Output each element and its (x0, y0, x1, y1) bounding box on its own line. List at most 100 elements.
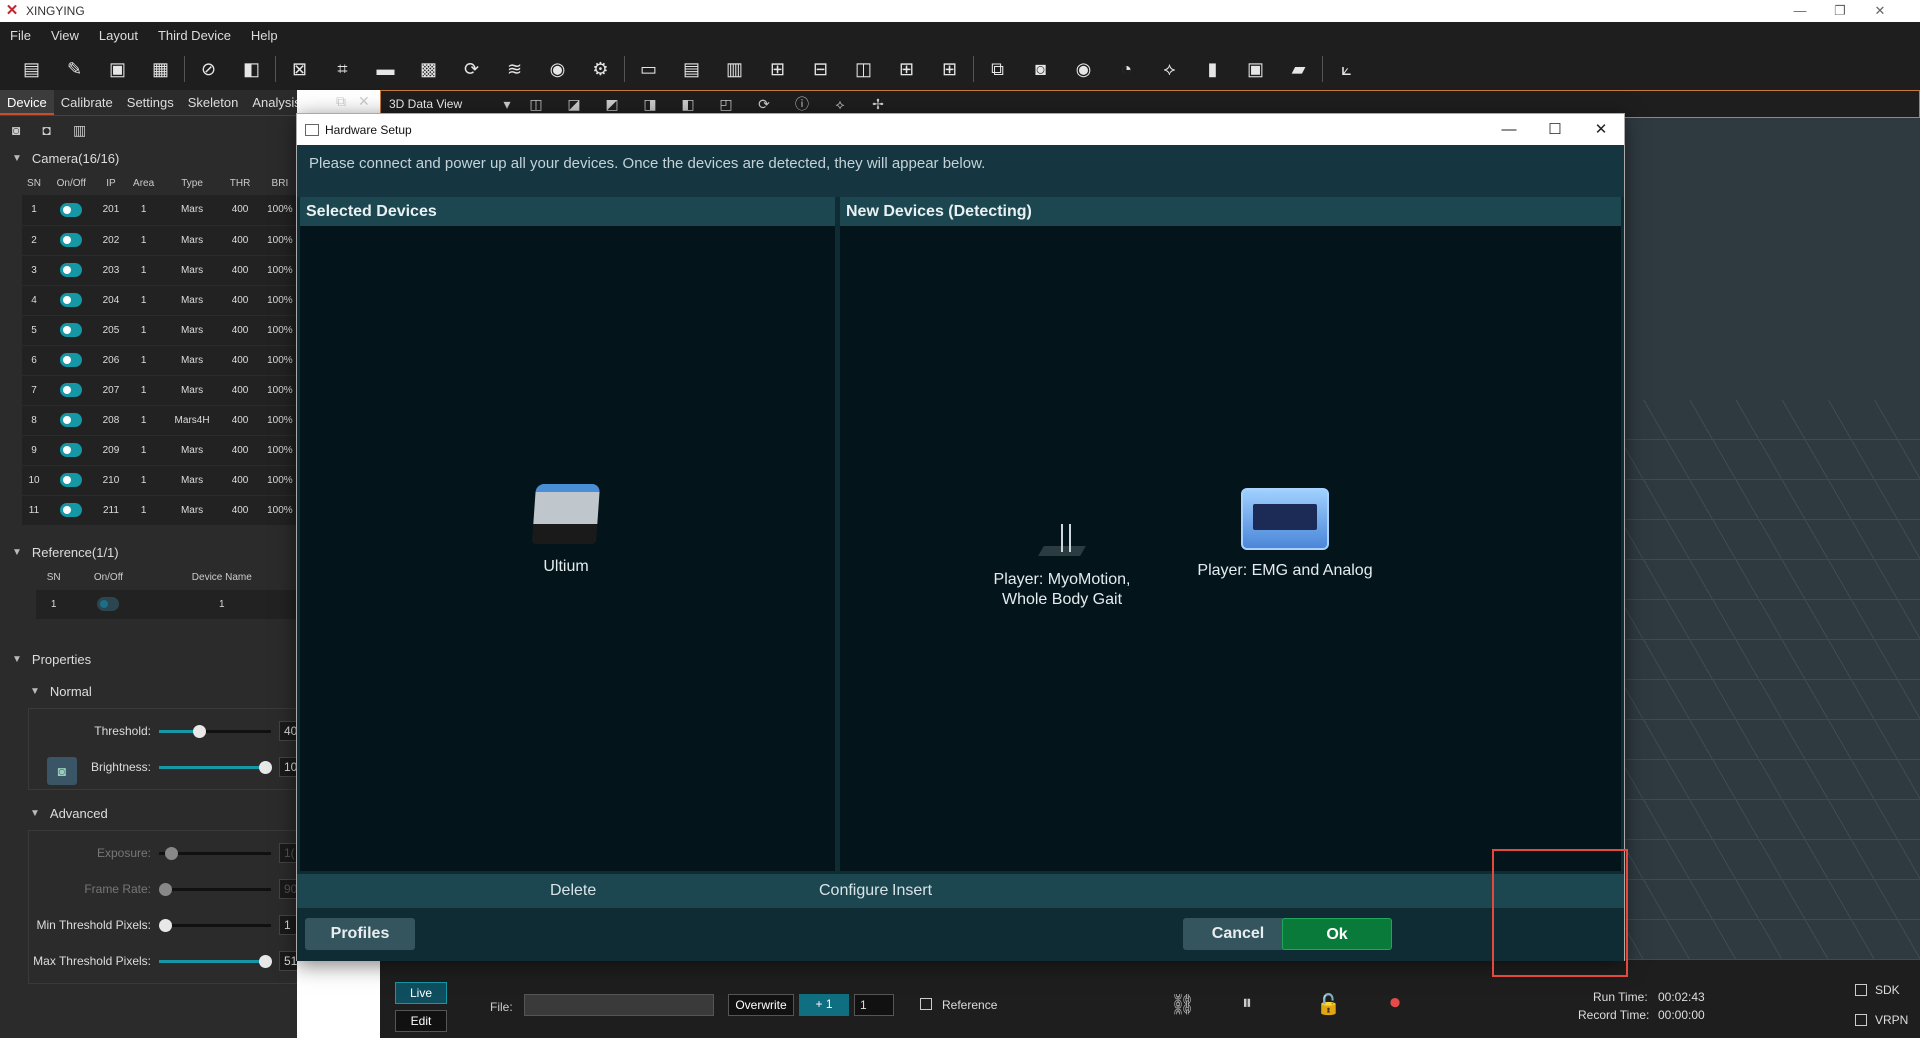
restore-icon[interactable]: ❐ (1820, 0, 1860, 22)
col-area[interactable]: Area (125, 171, 161, 195)
3d-icon[interactable]: ◉ (1062, 53, 1105, 85)
col-onoff[interactable]: On/Off (46, 171, 97, 195)
cube-side-icon[interactable]: ◪ (555, 96, 593, 113)
plus-one-button[interactable]: + 1 (799, 994, 849, 1016)
col-ip[interactable]: IP (97, 171, 126, 195)
reference-section-header[interactable]: ▼ Reference(1/1) (0, 540, 297, 566)
selected-devices-list[interactable]: Ultium (300, 226, 835, 871)
camera-toggle[interactable] (60, 413, 83, 427)
quad-view-icon[interactable]: ⊞ (756, 53, 799, 85)
cube-left-icon[interactable]: ◧ (669, 96, 707, 113)
normal-subsection-header[interactable]: ▼ Normal (0, 678, 297, 704)
device-myomotion[interactable]: Player: MyoMotion, Whole Body Gait (972, 524, 1152, 610)
camera-toggle[interactable] (60, 233, 83, 247)
profiles-button[interactable]: Profiles (305, 918, 415, 950)
file-icon[interactable]: ▰ (1277, 53, 1320, 85)
collapse-arrow-icon[interactable]: ▼ (30, 686, 40, 697)
record-button-icon[interactable]: ⏺ (1390, 992, 1400, 1015)
open-folder-icon[interactable]: ▤ (10, 53, 53, 85)
mirror-icon[interactable]: ◧ (230, 53, 273, 85)
reference-checkbox[interactable] (920, 998, 932, 1010)
table-row[interactable]: 8 208 1 Mars4H 400 100% (22, 405, 297, 436)
collapse-arrow-icon[interactable]: ▼ (12, 547, 22, 558)
marker-icon[interactable]: ✢ (859, 96, 897, 113)
table-row[interactable]: 2 202 1 Mars 400 100% (22, 225, 297, 256)
layout-b-icon[interactable]: ◫ (842, 53, 885, 85)
col-type[interactable]: Type (162, 171, 222, 195)
col-sn[interactable]: SN (36, 566, 71, 590)
table-row[interactable]: 7 207 1 Mars 400 100% (22, 375, 297, 406)
camera-toggle[interactable] (60, 473, 83, 487)
table-row[interactable]: 9 209 1 Mars 400 100% (22, 435, 297, 466)
minimize-icon[interactable]: — (1780, 0, 1820, 22)
edit-icon[interactable]: ✎ (53, 53, 96, 85)
menu-view[interactable]: View (41, 28, 89, 43)
overwrite-button[interactable]: Overwrite (728, 994, 794, 1016)
ruler-icon[interactable]: ▬ (364, 53, 407, 85)
new-devices-list[interactable]: Player: MyoMotion, Whole Body Gait Playe… (840, 226, 1621, 871)
skeleton-icon[interactable]: ⟡ (1148, 53, 1191, 85)
close-panel-icon[interactable]: ✕ (358, 93, 370, 110)
view-selector[interactable]: 3D Data View (389, 97, 497, 111)
cube-back-icon[interactable]: ◨ (631, 96, 669, 113)
brightness-value[interactable]: 10 (279, 757, 297, 777)
threshold-slider[interactable] (159, 724, 271, 738)
col-device-name[interactable]: Device Name (146, 566, 297, 590)
collapse-arrow-icon[interactable]: ▼ (12, 654, 22, 665)
reference-toggle[interactable] (97, 597, 120, 612)
close-icon[interactable]: ✕ (1860, 0, 1900, 22)
tab-analysis[interactable]: Analysis (245, 90, 297, 115)
cube-right-icon[interactable]: ◰ (707, 96, 745, 113)
save-icon[interactable]: ▣ (96, 53, 139, 85)
camera-cross-icon[interactable]: ⊠ (278, 53, 321, 85)
properties-section-header[interactable]: ▼ Properties (0, 646, 297, 672)
camera-toggle[interactable] (60, 383, 83, 397)
menu-third-device[interactable]: Third Device (148, 28, 241, 43)
col-onoff[interactable]: On/Off (71, 566, 145, 590)
camera-toggle[interactable] (60, 263, 83, 277)
max-threshold-value[interactable]: 512 (279, 951, 297, 971)
menu-layout[interactable]: Layout (89, 28, 148, 43)
refresh-icon[interactable]: ⟳ (745, 96, 783, 113)
vm-icon[interactable]: ▣ (1234, 53, 1277, 85)
menu-help[interactable]: Help (241, 28, 288, 43)
cancel-button[interactable]: Cancel (1183, 918, 1293, 950)
camera-toggle[interactable] (60, 443, 83, 457)
slider-knob[interactable] (159, 918, 172, 932)
minimize-icon[interactable]: — (1486, 114, 1532, 145)
col-thr[interactable]: THR (222, 171, 258, 195)
table-row[interactable]: 6 206 1 Mars 400 100% (22, 345, 297, 376)
layout-d-icon[interactable]: ⊞ (928, 53, 971, 85)
camera-toggle[interactable] (60, 323, 83, 337)
delete-button[interactable]: Delete (550, 874, 596, 908)
edit-button[interactable]: Edit (395, 1010, 447, 1032)
gauge-icon[interactable]: ◔ (1105, 53, 1148, 85)
bar-chart-icon[interactable]: ▮ (1191, 53, 1234, 85)
counter-spinbox[interactable]: 1 (854, 994, 894, 1016)
threshold-value[interactable]: 40 (279, 721, 297, 741)
camera-icon[interactable]: ◙ (12, 122, 20, 139)
min-threshold-slider[interactable] (159, 918, 271, 932)
tab-calibrate[interactable]: Calibrate (54, 90, 120, 115)
table-row[interactable]: 3 203 1 Mars 400 100% (22, 255, 297, 286)
skeleton-icon[interactable]: ⟡ (821, 96, 859, 113)
tab-device[interactable]: Device (0, 90, 54, 115)
axis-icon[interactable]: ⟀ (1325, 53, 1368, 85)
chevron-down-icon[interactable]: ▾ (497, 96, 517, 113)
layout-a-icon[interactable]: ⊟ (799, 53, 842, 85)
close-icon[interactable]: ✕ (1578, 114, 1624, 145)
video-icon[interactable]: ◘ (42, 122, 50, 139)
configure-button[interactable]: Configure (819, 874, 888, 908)
save-as-icon[interactable]: ▦ (139, 53, 182, 85)
tab-skeleton[interactable]: Skeleton (181, 90, 246, 115)
sdk-option[interactable]: SDK (1855, 983, 1900, 997)
gear-icon[interactable]: ⚙ (579, 53, 622, 85)
max-threshold-slider[interactable] (159, 954, 272, 968)
slider-knob[interactable] (259, 954, 272, 968)
brightness-slider[interactable] (159, 760, 272, 774)
collapse-arrow-icon[interactable]: ▼ (12, 153, 22, 164)
unlock-icon[interactable]: 🔓 (1316, 992, 1341, 1017)
pause-icon[interactable]: ⏸ (1242, 992, 1252, 1015)
ok-button[interactable]: Ok (1282, 918, 1392, 950)
cube-top-icon[interactable]: ◩ (593, 96, 631, 113)
